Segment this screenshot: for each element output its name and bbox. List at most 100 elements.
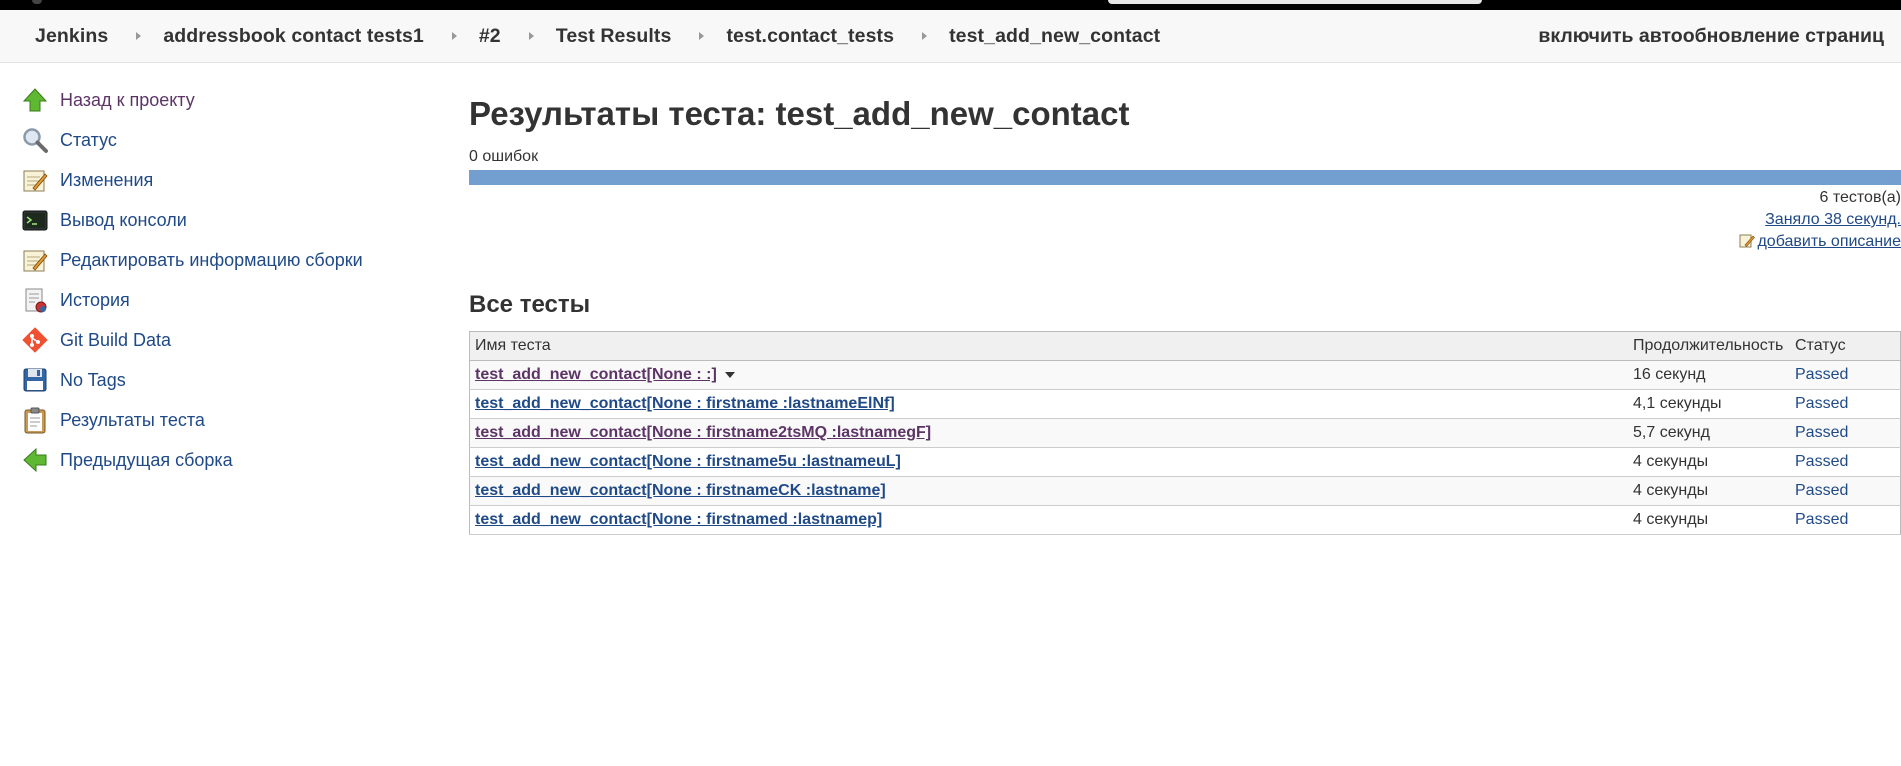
duration-cell: 16 секунд — [1628, 360, 1790, 390]
breadcrumb-test-case[interactable]: test_add_new_contact — [949, 25, 1160, 48]
test-name-link[interactable]: test_add_new_contact[None : firstname2ts… — [475, 424, 931, 441]
duration-cell: 4 секунды — [1628, 505, 1790, 535]
breadcrumb-package[interactable]: test.contact_tests — [726, 25, 894, 48]
section-title: Все тесты — [469, 291, 591, 318]
duration-cell: 5,7 секунд — [1628, 418, 1790, 448]
up-arrow-icon — [21, 86, 49, 114]
breadcrumb-separator-icon[interactable] — [528, 32, 534, 40]
notepad-edit-icon — [21, 246, 49, 274]
breadcrumb-bar: Jenkins addressbook contact tests1 #2 Te… — [0, 10, 1901, 63]
test-name-cell: test_add_new_contact[None : firstnameCK … — [469, 476, 1628, 506]
status-cell: Passed — [1790, 360, 1901, 390]
breadcrumb-test-results[interactable]: Test Results — [556, 25, 672, 48]
logo-fragment — [32, 0, 42, 4]
sidebar-item-no-tags[interactable]: No Tags — [21, 360, 421, 400]
duration-link[interactable]: Заняло 38 секунд. — [1765, 211, 1901, 228]
column-header-status[interactable]: Статус — [1790, 331, 1901, 361]
sidebar: Назад к проекту Статус Изменения Вывод к… — [21, 80, 421, 480]
floppy-icon — [21, 366, 49, 394]
test-name-cell: test_add_new_contact[None : firstname2ts… — [469, 418, 1628, 448]
sidebar-item-label: Git Build Data — [60, 329, 172, 350]
duration-cell: 4 секунды — [1628, 476, 1790, 506]
status-cell: Passed — [1790, 476, 1901, 506]
column-header-name[interactable]: Имя теста — [469, 331, 1628, 361]
breadcrumb-item: Test Results — [556, 25, 727, 48]
breadcrumb-item: #2 — [479, 25, 556, 48]
browser-top-strip — [0, 0, 1901, 10]
sidebar-item-edit-build-info[interactable]: Редактировать информацию сборки — [21, 240, 421, 280]
table-row: test_add_new_contact[None : firstnameCK … — [469, 476, 1901, 506]
test-result-bar — [469, 170, 1901, 185]
status-link[interactable]: Passed — [1795, 453, 1848, 470]
terminal-icon — [21, 206, 49, 234]
test-name-link[interactable]: test_add_new_contact[None : firstname :l… — [475, 395, 895, 412]
sidebar-item-git-build-data[interactable]: Git Build Data — [21, 320, 421, 360]
table-header-row: Имя теста Продолжительность Статус — [469, 331, 1901, 361]
search-box-fragment[interactable] — [1108, 0, 1482, 4]
test-result-bar-fill — [469, 170, 1901, 185]
status-link[interactable]: Passed — [1795, 395, 1848, 412]
test-name-link[interactable]: test_add_new_contact[None : :] — [475, 366, 717, 383]
table-row: test_add_new_contact[None : firstnamed :… — [469, 505, 1901, 535]
status-cell: Passed — [1790, 418, 1901, 448]
breadcrumb-separator-icon[interactable] — [922, 32, 928, 40]
sidebar-item-test-results[interactable]: Результаты теста — [21, 400, 421, 440]
status-cell: Passed — [1790, 505, 1901, 535]
breadcrumb-separator-icon[interactable] — [699, 32, 705, 40]
sidebar-item-changes[interactable]: Изменения — [21, 160, 421, 200]
page-title: Результаты теста: test_add_new_contact — [469, 95, 1130, 132]
breadcrumb-separator-icon[interactable] — [451, 32, 457, 40]
notepad-icon — [21, 166, 49, 194]
sidebar-item-label: Предыдущая сборка — [60, 449, 233, 470]
breadcrumb: Jenkins addressbook contact tests1 #2 Te… — [35, 10, 1160, 62]
sidebar-item-label: Назад к проекту — [60, 89, 195, 110]
test-name-cell: test_add_new_contact[None : firstnamed :… — [469, 505, 1628, 535]
history-icon — [21, 286, 49, 314]
table-row: test_add_new_contact[None : firstname2ts… — [469, 418, 1901, 448]
breadcrumb-item: test_add_new_contact — [949, 25, 1160, 48]
breadcrumb-item: test.contact_tests — [726, 25, 949, 48]
add-description-link[interactable]: добавить описание — [1757, 233, 1901, 250]
summary-info: 6 тестов(а) Заняло 38 секунд. добавить о… — [469, 187, 1901, 253]
autorefresh-link[interactable]: включить автообновление страниц — [1538, 10, 1884, 62]
test-name-link[interactable]: test_add_new_contact[None : firstnamed :… — [475, 511, 882, 528]
magnifier-icon — [21, 126, 49, 154]
table-row: test_add_new_contact[None : :] 16 секунд… — [469, 360, 1901, 390]
breadcrumb-jenkins[interactable]: Jenkins — [35, 25, 108, 48]
status-link[interactable]: Passed — [1795, 482, 1848, 499]
breadcrumb-separator-icon[interactable] — [136, 32, 142, 40]
test-count: 6 тестов(а) — [1819, 189, 1901, 206]
sidebar-item-label: Редактировать информацию сборки — [60, 249, 363, 270]
dropdown-caret-icon[interactable] — [724, 371, 735, 378]
duration-cell: 4,1 секунды — [1628, 389, 1790, 419]
main-content: Результаты теста: test_add_new_contact 0… — [469, 90, 1901, 319]
sidebar-item-label: No Tags — [60, 369, 126, 390]
sidebar-item-status[interactable]: Статус — [21, 120, 421, 160]
status-link[interactable]: Passed — [1795, 424, 1848, 441]
table-row: test_add_new_contact[None : firstname :l… — [469, 389, 1901, 419]
status-link[interactable]: Passed — [1795, 366, 1848, 383]
sidebar-item-back-to-project[interactable]: Назад к проекту — [21, 80, 421, 120]
left-arrow-icon — [21, 446, 49, 474]
duration-cell: 4 секунды — [1628, 447, 1790, 477]
sidebar-item-label: История — [60, 289, 130, 310]
sidebar-item-previous-build[interactable]: Предыдущая сборка — [21, 440, 421, 480]
table-row: test_add_new_contact[None : firstname5u … — [469, 447, 1901, 477]
status-cell: Passed — [1790, 389, 1901, 419]
status-cell: Passed — [1790, 447, 1901, 477]
test-name-link[interactable]: test_add_new_contact[None : firstname5u … — [475, 453, 901, 470]
edit-description-icon[interactable] — [1739, 233, 1756, 249]
test-name-cell: test_add_new_contact[None : firstname5u … — [469, 447, 1628, 477]
sidebar-item-label: Вывод консоли — [60, 209, 187, 230]
clipboard-icon — [21, 406, 49, 434]
breadcrumb-build[interactable]: #2 — [479, 25, 501, 48]
sidebar-item-console-output[interactable]: Вывод консоли — [21, 200, 421, 240]
sidebar-item-label: Статус — [60, 129, 117, 150]
sidebar-item-history[interactable]: История — [21, 280, 421, 320]
column-header-duration[interactable]: Продолжительность — [1628, 331, 1790, 361]
git-icon — [21, 326, 49, 354]
breadcrumb-job[interactable]: addressbook contact tests1 — [163, 25, 424, 48]
status-link[interactable]: Passed — [1795, 511, 1848, 528]
test-name-cell: test_add_new_contact[None : :] — [469, 360, 1628, 390]
test-name-link[interactable]: test_add_new_contact[None : firstnameCK … — [475, 482, 886, 499]
